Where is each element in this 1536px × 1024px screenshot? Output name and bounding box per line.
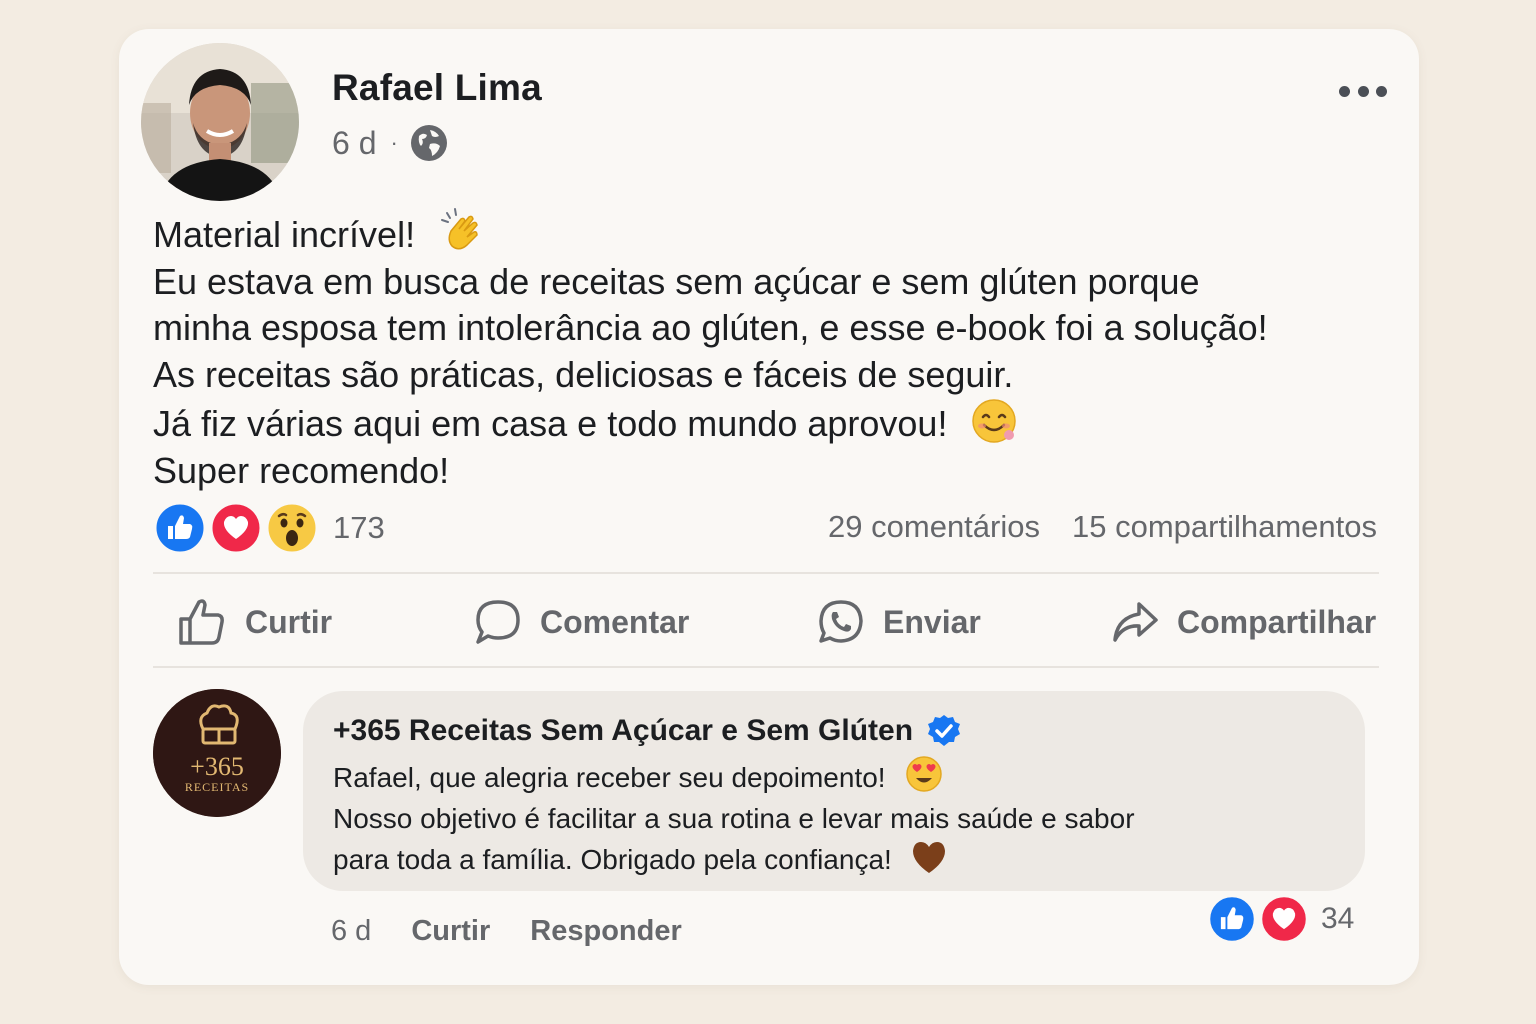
author-avatar[interactable]: [141, 43, 299, 201]
more-dot: [1376, 85, 1387, 97]
author-name[interactable]: Rafael Lima: [332, 67, 542, 109]
divider: [153, 666, 1379, 668]
shares-count[interactable]: 15 compartilhamentos: [1072, 509, 1377, 545]
reply-text: Rafael, que alegria receber seu depoimen…: [333, 755, 1343, 880]
divider: [153, 572, 1379, 574]
reply-bubble: +365 Receitas Sem Açúcar e Sem Glúten Ra…: [303, 691, 1365, 891]
send-label: Enviar: [883, 603, 981, 640]
reply-line-text: para toda a família. Obrigado pela confi…: [333, 844, 892, 875]
post-stats: 29 comentários 15 compartilhamentos: [828, 507, 1377, 547]
post-text: Material incrível! Eu estava em busca de…: [153, 205, 1393, 494]
meta-separator: ·: [390, 130, 398, 155]
reply-respond-button[interactable]: Responder: [530, 915, 681, 948]
reply-reaction-count: 34: [1321, 902, 1355, 935]
more-options-button[interactable]: [1339, 81, 1387, 101]
like-button[interactable]: Curtir: [177, 595, 332, 649]
reply-author[interactable]: +365 Receitas Sem Açúcar e Sem Glúten: [333, 711, 961, 751]
wow-reaction-icon: [265, 501, 319, 555]
share-label: Compartilhar: [1177, 603, 1377, 640]
more-dot: [1357, 85, 1369, 97]
smiling-face-icon: [972, 399, 1017, 443]
heart-eyes-icon: [906, 756, 943, 792]
page-avatar-title: +365: [190, 752, 244, 781]
comment-icon: [476, 600, 520, 644]
post-reactions[interactable]: 173: [153, 501, 385, 555]
brown-heart-icon: [912, 842, 945, 873]
globe-icon: [410, 125, 447, 161]
page-avatar[interactable]: +365 RECEITAS: [153, 689, 281, 817]
page-name: +365 Receitas Sem Açúcar e Sem Glúten: [333, 714, 914, 747]
reply-line: Nosso objetivo é facilitar a sua rotina …: [333, 803, 1135, 834]
more-dot: [1339, 85, 1350, 97]
post-meta: 6 d ·: [332, 123, 448, 163]
love-reaction-icon: [209, 501, 263, 555]
post-line: Já fiz várias aqui em casa e todo mundo …: [153, 398, 1393, 448]
reply-like-button[interactable]: Curtir: [411, 915, 490, 948]
like-label: Curtir: [245, 603, 333, 640]
like-reaction-icon: [153, 501, 207, 555]
comment-button[interactable]: Comentar: [474, 595, 689, 649]
reply-line: para toda a família. Obrigado pela confi…: [333, 839, 1343, 880]
post-card: Rafael Lima 6 d · Material incrível! Eu …: [119, 29, 1419, 985]
post-line: Material incrível!: [153, 205, 1393, 259]
love-reaction-icon: [1259, 894, 1309, 944]
post-line-text: Material incrível!: [153, 214, 416, 255]
comments-count[interactable]: 29 comentários: [828, 509, 1040, 545]
like-reaction-icon: [1207, 894, 1257, 944]
post-line-text: Já fiz várias aqui em casa e todo mundo …: [153, 403, 948, 444]
post-line: minha esposa tem intolerância ao glúten,…: [153, 307, 1268, 348]
thumbs-up-icon: [179, 599, 224, 645]
reply-time[interactable]: 6 d: [331, 915, 371, 948]
whatsapp-icon: [819, 600, 863, 643]
page-avatar-subtitle: RECEITAS: [185, 780, 249, 794]
share-icon: [1113, 602, 1158, 642]
clapping-hands-icon: [441, 208, 478, 250]
reply-line-text: Rafael, que alegria receber seu depoimen…: [333, 762, 886, 793]
post-time[interactable]: 6 d: [332, 125, 376, 162]
post-line: Super recomendo!: [153, 449, 450, 491]
post-line: Eu estava em busca de receitas sem açúca…: [153, 260, 1200, 302]
reply-meta: 6 d Curtir Responder: [331, 911, 682, 951]
share-button[interactable]: Compartilhar: [1111, 595, 1376, 649]
reply-reactions[interactable]: 34: [1207, 893, 1354, 945]
reaction-count: 173: [333, 510, 385, 545]
reply-line: Rafael, que alegria receber seu depoimen…: [333, 755, 1343, 798]
send-button[interactable]: Enviar: [817, 595, 981, 649]
comment-label: Comentar: [540, 603, 690, 640]
verified-badge-icon: [928, 715, 961, 746]
post-line: As receitas são práticas, deliciosas e f…: [153, 353, 1014, 395]
